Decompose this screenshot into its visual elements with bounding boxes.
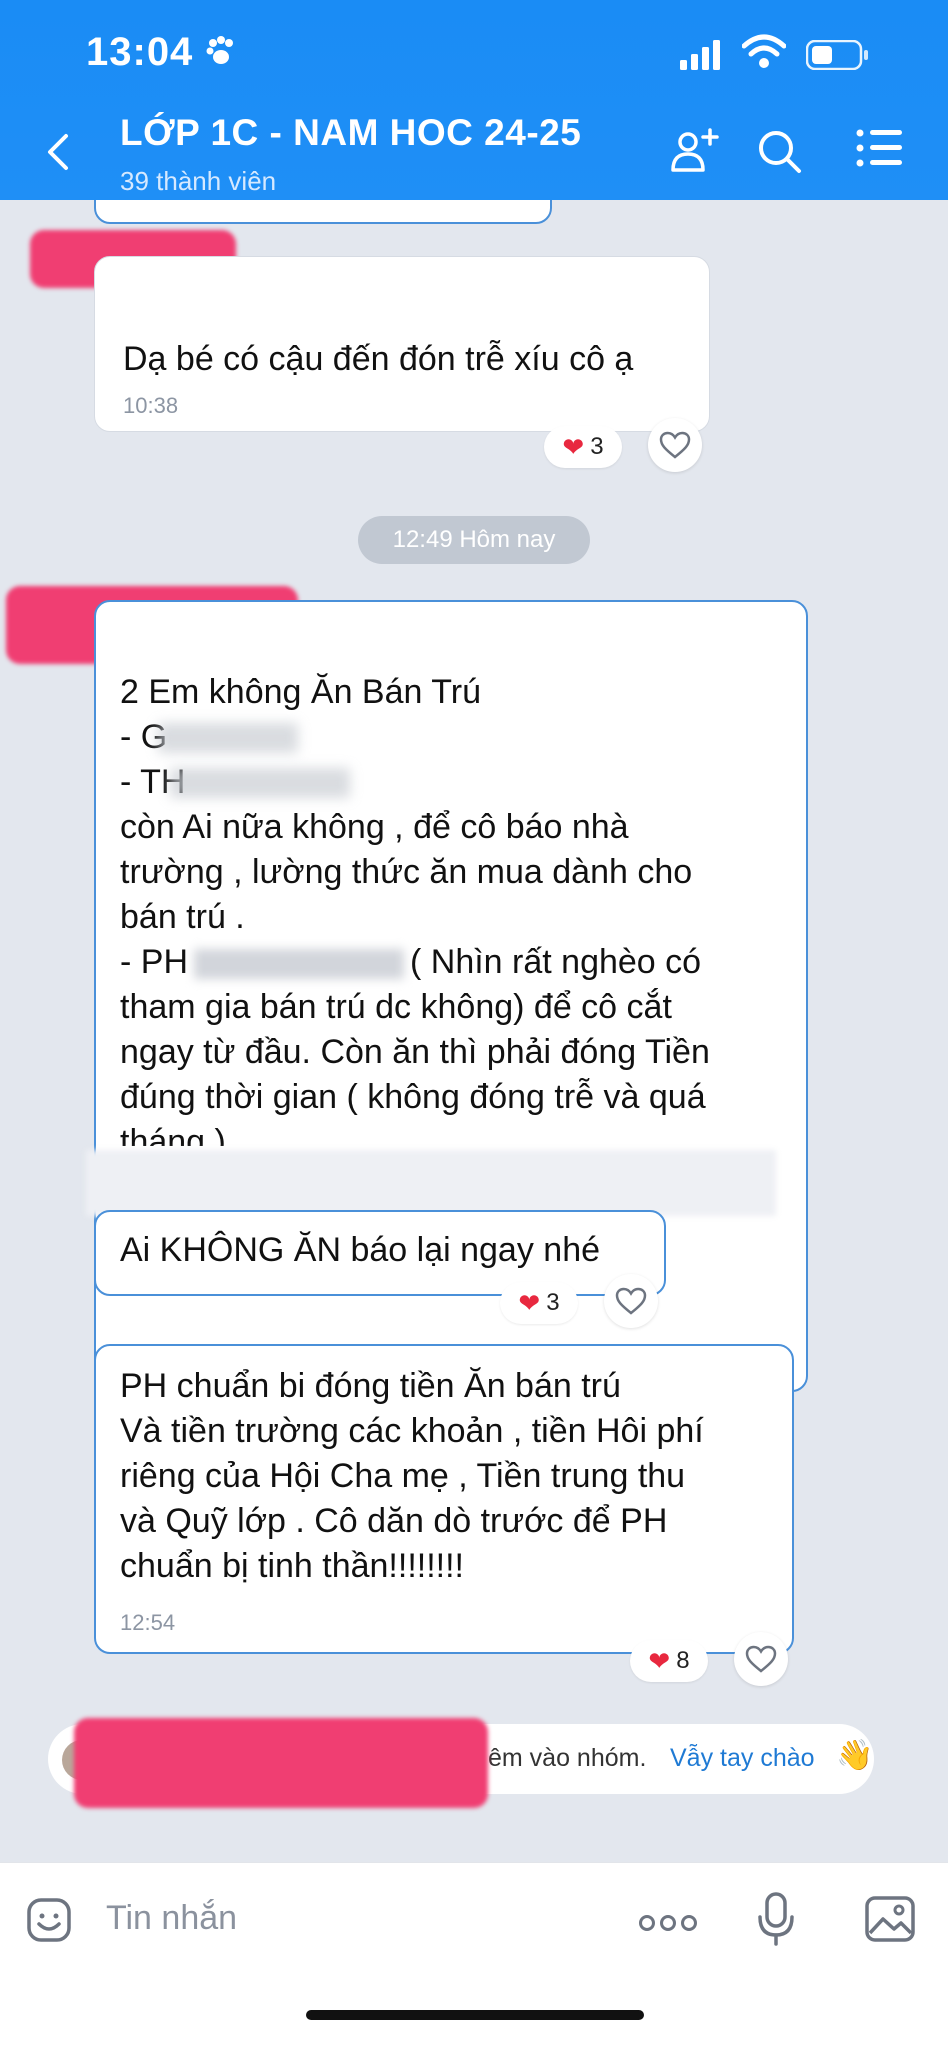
menu-icon[interactable]	[856, 128, 904, 168]
like-button[interactable]	[648, 418, 702, 472]
message-line: còn Ai nữa không , để cô báo nhà	[120, 808, 629, 846]
message-input[interactable]: Tin nhắn	[106, 1899, 237, 1938]
message-body: 2 Em không Ăn Bán Trú - G - TH còn Ai nữ…	[120, 670, 800, 1146]
sticker-icon[interactable]	[26, 1897, 72, 1943]
status-time: 13:04	[86, 30, 194, 74]
heart-outline-icon	[659, 431, 691, 459]
message-line: Và tiền trường các khoản , tiền Hôi phí	[120, 1412, 704, 1450]
back-icon[interactable]	[44, 132, 74, 172]
heart-reaction-icon: ❤	[518, 1287, 541, 1318]
reaction-number: 3	[546, 1289, 560, 1316]
heart-outline-icon	[615, 1287, 647, 1315]
message-time: 10:38	[123, 393, 179, 418]
image-icon[interactable]	[864, 1895, 916, 1943]
like-button[interactable]	[734, 1632, 788, 1686]
reaction-count[interactable]: ❤ 8	[630, 1640, 708, 1682]
wave-hello-link[interactable]: Vẫy tay chào	[670, 1744, 815, 1773]
message-bubble-partial[interactable]	[94, 200, 552, 224]
reaction-number: 8	[676, 1647, 690, 1674]
message-time: 12:54	[120, 1610, 176, 1635]
message-line: chuẩn bị tinh thần!!!!!!!!	[120, 1547, 465, 1585]
message-text: Dạ bé có cậu đến đón trễ xíu cô ạ	[123, 340, 634, 378]
time-separator: 12:49 Hôm nay	[358, 516, 590, 564]
message-line: PH chuẩn bi đóng tiền Ăn bán trú	[120, 1367, 621, 1405]
heart-outline-icon	[745, 1645, 777, 1673]
message-line: bán trú .	[120, 898, 245, 936]
home-indicator	[306, 2010, 644, 2020]
message-line: 2 Em không Ăn Bán Trú	[120, 673, 481, 711]
message-line: tham gia bán trú dc không) để cô cắt	[120, 988, 672, 1026]
like-button[interactable]	[604, 1274, 658, 1328]
message-line: riêng của Hội Cha mẹ , Tiền trung thu	[120, 1457, 686, 1495]
microphone-icon[interactable]	[756, 1891, 796, 1947]
signal-icon	[680, 40, 720, 70]
message-line: và Quỹ lớp . Cô dăn dò trước để PH	[120, 1502, 668, 1540]
message-line: trường , lường thức ăn mua dành cho	[120, 853, 693, 891]
message-bubble[interactable]: PH chuẩn bi đóng tiền Ăn bán trú Và tiền…	[94, 1344, 794, 1654]
message-bubble[interactable]: Ai KHÔNG ĂN báo lại ngay nhé	[94, 1210, 666, 1296]
message-body: PH chuẩn bi đóng tiền Ăn bán trú Và tiền…	[120, 1364, 704, 1589]
member-count[interactable]: 39 thành viên	[120, 166, 276, 197]
reaction-count[interactable]: ❤ 3	[500, 1282, 578, 1324]
reaction-number: 3	[590, 433, 604, 460]
notice-text: êm vào nhóm.	[488, 1744, 647, 1772]
add-member-icon[interactable]	[670, 128, 720, 174]
message-line: đúng thời gian ( không đóng trễ và quá	[120, 1078, 706, 1116]
group-title[interactable]: LỚP 1C - NAM HOC 24-25	[120, 112, 581, 154]
search-icon[interactable]	[756, 128, 802, 174]
message-line: - TH	[120, 760, 800, 805]
heart-reaction-icon: ❤	[562, 431, 585, 462]
battery-icon	[806, 40, 868, 70]
reaction-count[interactable]: ❤ 3	[544, 426, 622, 468]
redaction-overlay	[86, 1150, 776, 1216]
chat-header: 13:04 LỚP 1C - NAM HOC 24-25 39 thành vi…	[0, 0, 948, 200]
message-line: - PH( Nhìn rất nghèo có	[120, 943, 702, 981]
message-bubble[interactable]: Dạ bé có cậu đến đón trễ xíu cô ạ 10:38	[94, 256, 710, 432]
paw-icon	[206, 36, 233, 64]
message-line: tháng )	[120, 1123, 226, 1146]
message-list[interactable]: Dạ bé có cậu đến đón trễ xíu cô ạ 10:38 …	[0, 200, 948, 1860]
message-line: - G	[120, 715, 800, 760]
message-line: ngay từ đầu. Còn ăn thì phải đóng Tiền	[120, 1033, 710, 1071]
wifi-icon	[742, 34, 786, 68]
redacted-user	[74, 1718, 488, 1808]
waving-hand-icon: 👋	[836, 1739, 874, 1772]
more-icon[interactable]	[638, 1913, 698, 1933]
message-composer: Tin nhắn	[0, 1862, 948, 2049]
heart-reaction-icon: ❤	[648, 1645, 671, 1676]
message-text: Ai KHÔNG ĂN báo lại ngay nhé	[120, 1231, 601, 1269]
redacted-name	[194, 949, 404, 980]
